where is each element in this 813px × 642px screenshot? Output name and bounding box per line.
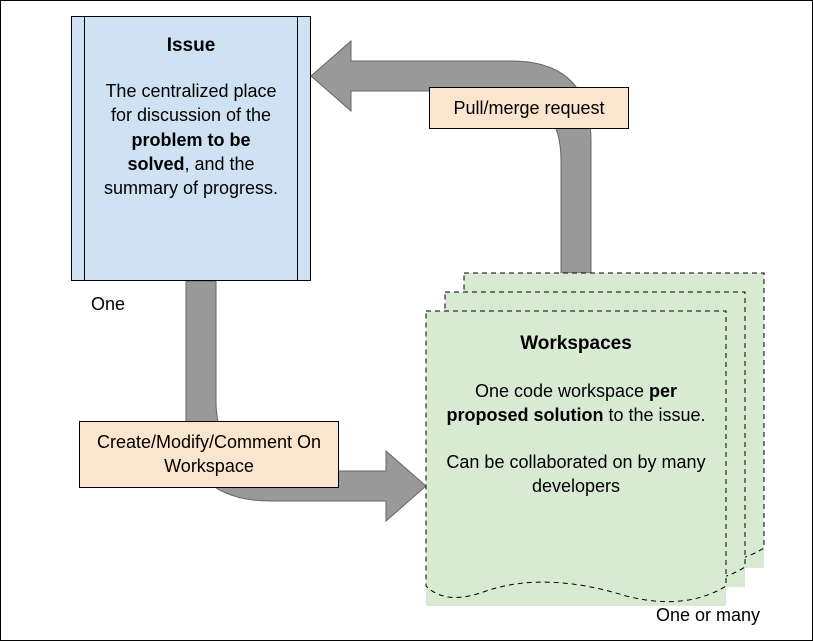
workspace-content: Workspaces One code workspace per propos…	[426, 311, 726, 591]
issue-description: The centralized place for discussion of …	[100, 79, 282, 200]
issue-title: Issue	[100, 35, 282, 57]
issue-node: Issue The centralized place for discussi…	[71, 16, 311, 281]
workspaces-title: Workspaces	[446, 333, 706, 355]
workspaces-desc1: One code workspace per proposed solution…	[446, 379, 706, 428]
workspaces-desc2: Can be collaborated on by many developer…	[446, 450, 706, 499]
ws-desc1-post: to the issue.	[603, 405, 705, 425]
pull-merge-label: Pull/merge request	[429, 87, 629, 129]
create-modify-label: Create/Modify/Comment On Workspace	[79, 421, 339, 488]
workspaces-node: Workspaces One code workspace per propos…	[426, 273, 766, 603]
issue-multiplicity: One	[91, 294, 125, 315]
workspaces-multiplicity: One or many	[656, 605, 760, 626]
issue-desc-pre: The centralized place for discussion of …	[105, 81, 276, 125]
ws-desc1-pre: One code workspace	[475, 381, 649, 401]
